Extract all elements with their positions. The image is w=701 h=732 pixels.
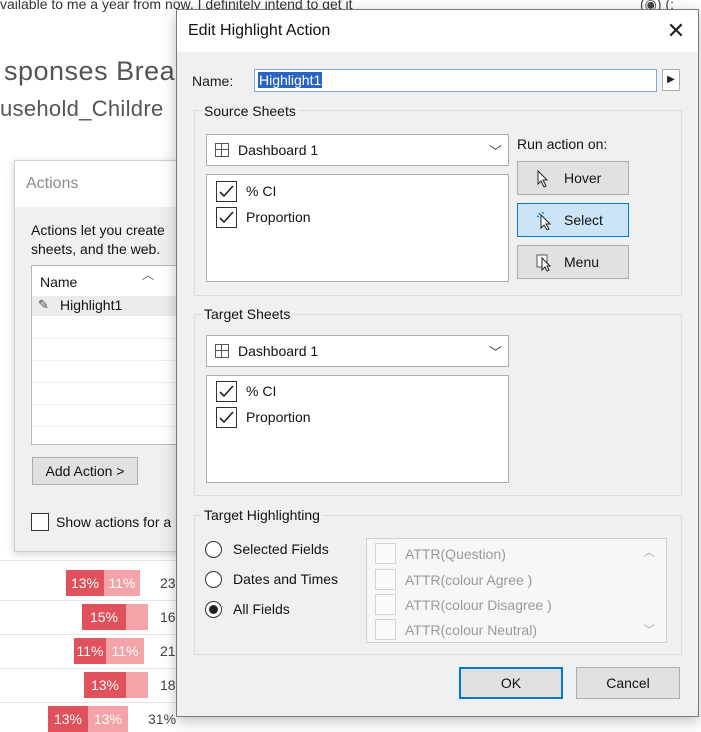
- field-checkbox-disabled: [375, 569, 396, 590]
- background-bar-value: 23: [160, 575, 176, 591]
- target-dropdown-value: Dashboard 1: [238, 343, 319, 359]
- actions-window-title: Actions: [26, 175, 79, 192]
- select-button-label: Select: [564, 212, 603, 228]
- run-action-on-label: Run action on:: [517, 136, 608, 152]
- source-sheet-checkbox[interactable]: [216, 207, 237, 228]
- actions-list-row[interactable]: ✎ Highlight1: [32, 296, 200, 316]
- background-bar-segment: 13%: [66, 570, 104, 596]
- show-actions-label: Show actions for a: [56, 514, 172, 530]
- radio-circle[interactable]: [205, 541, 222, 558]
- show-actions-checkbox[interactable]: [31, 513, 49, 531]
- highlight-fields-list: ATTR(Question) ATTR(colour Agree ) ATTR(…: [366, 538, 667, 643]
- background-bar-segment: 13%: [48, 706, 88, 732]
- background-bar-segment: 13%: [84, 672, 126, 698]
- background-sheet-subtitle: usehold_Childre: [0, 96, 164, 121]
- field-checkbox-disabled: [375, 543, 396, 564]
- background-bar-segment: 15%: [82, 604, 126, 630]
- insert-field-arrow-button[interactable]: ▶: [662, 69, 680, 91]
- actions-titlebar[interactable]: Actions: [15, 161, 193, 207]
- target-sheet-checkbox[interactable]: [216, 381, 237, 402]
- source-dropdown-value: Dashboard 1: [238, 142, 319, 158]
- field-checkbox-disabled: [375, 619, 396, 640]
- menu-button[interactable]: Menu: [517, 245, 629, 279]
- sort-up-icon[interactable]: ︿: [142, 266, 154, 283]
- source-sheet-label: % CI: [246, 183, 277, 199]
- field-label: ATTR(Question): [405, 546, 506, 562]
- dashboard-icon: [215, 143, 229, 157]
- field-label: ATTR(colour Agree ): [405, 572, 533, 588]
- radio-circle-selected[interactable]: [205, 601, 222, 618]
- background-sheet-title: sponses Brea: [4, 56, 176, 86]
- cursor-menu-icon: [536, 254, 554, 275]
- dates-and-times-label: Dates and Times: [233, 571, 339, 587]
- source-sheet-label: Proportion: [246, 209, 311, 225]
- target-sheet-label: Proportion: [246, 409, 311, 425]
- dashboard-icon: [215, 344, 229, 358]
- background-bar-segment: [126, 604, 148, 630]
- dialog-titlebar[interactable]: Edit Highlight Action ✕: [177, 10, 698, 52]
- background-bar-value: 16: [160, 609, 176, 625]
- pencil-icon: ✎: [38, 297, 49, 312]
- target-highlighting-group-title: Target Highlighting: [202, 507, 322, 523]
- background-bar-value: 21: [160, 643, 176, 659]
- cancel-button[interactable]: Cancel: [576, 667, 680, 699]
- field-checkbox-disabled: [375, 594, 396, 615]
- chevron-down-icon: ﹀: [488, 144, 502, 159]
- source-sheet-dropdown[interactable]: Dashboard 1 ﹀: [206, 134, 509, 166]
- target-sheet-dropdown[interactable]: Dashboard 1 ﹀: [206, 335, 509, 367]
- target-sheet-label: % CI: [246, 383, 277, 399]
- ok-button[interactable]: OK: [459, 667, 563, 699]
- target-sheet-checkbox[interactable]: [216, 407, 237, 428]
- dialog-title: Edit Highlight Action: [188, 22, 331, 39]
- name-label: Name:: [192, 73, 234, 89]
- hover-button[interactable]: Hover: [517, 161, 629, 195]
- selected-fields-label: Selected Fields: [233, 541, 329, 557]
- field-label: ATTR(colour Neutral): [405, 622, 537, 638]
- name-field-value: Highlight1: [258, 72, 323, 88]
- background-bar-segment: 13%: [88, 706, 128, 732]
- scroll-up-icon: ︿: [643, 545, 656, 559]
- source-sheet-checkbox[interactable]: [216, 181, 237, 202]
- background-bar-value: 18: [160, 677, 176, 693]
- edit-highlight-action-dialog: Edit Highlight Action ✕ Name: Highlight1…: [176, 9, 699, 717]
- background-bar-segment: 11%: [104, 570, 140, 596]
- select-button[interactable]: Select: [517, 203, 629, 237]
- all-fields-label: All Fields: [233, 601, 290, 617]
- source-sheets-group-title: Source Sheets: [202, 103, 298, 119]
- background-bar-value: 31%: [148, 711, 177, 727]
- add-action-button[interactable]: Add Action >: [32, 457, 138, 485]
- source-sheet-list: % CI Proportion: [206, 174, 509, 282]
- target-sheet-list: % CI Proportion: [206, 375, 509, 483]
- background-bar-segment: 11%: [106, 638, 144, 664]
- field-label: ATTR(colour Disagree ): [405, 597, 552, 613]
- name-field[interactable]: Highlight1: [254, 69, 657, 92]
- cursor-click-icon: [536, 212, 554, 233]
- menu-button-label: Menu: [564, 254, 600, 270]
- actions-window: Actions Actions let you create sheets, a…: [14, 160, 201, 552]
- scroll-down-icon: ﹀: [643, 623, 656, 637]
- radio-circle[interactable]: [205, 571, 222, 588]
- cursor-arrow-icon: [536, 169, 550, 191]
- actions-row-label: Highlight1: [60, 297, 123, 313]
- chevron-down-icon: ﹀: [488, 345, 502, 360]
- close-icon[interactable]: ✕: [663, 19, 689, 45]
- actions-list-header-name[interactable]: Name: [40, 274, 77, 290]
- hover-button-label: Hover: [564, 170, 602, 186]
- background-bar-segment: [126, 672, 148, 698]
- target-sheets-group-title: Target Sheets: [202, 306, 293, 322]
- background-bar-segment: 11%: [74, 638, 106, 664]
